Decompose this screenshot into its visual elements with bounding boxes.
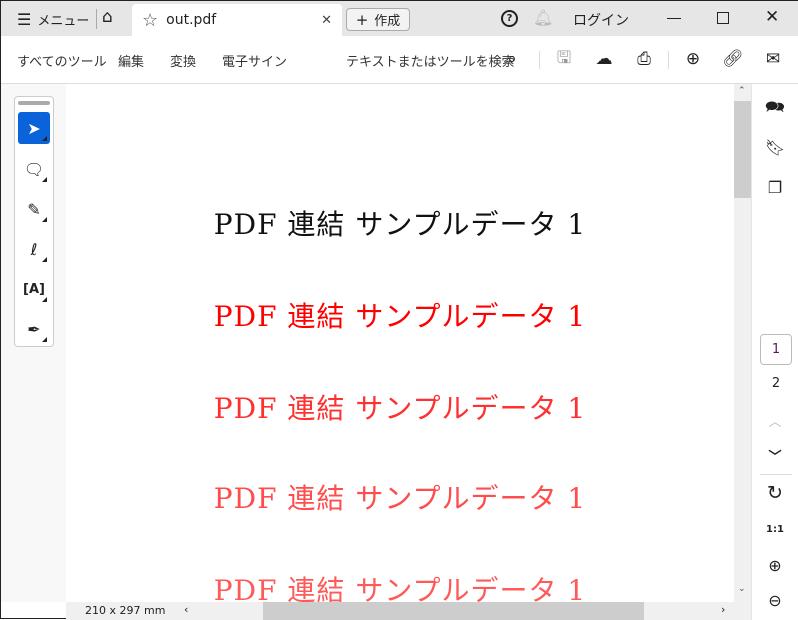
save-icon[interactable]: 🖫︎ [553, 48, 575, 70]
chevron-up-icon[interactable]: ︿ [762, 407, 788, 433]
zoom-out-icon[interactable]: ⊖ [762, 587, 788, 613]
draw-freehand-icon[interactable]: ℓ [18, 233, 50, 265]
menu-edit[interactable]: 編集 [118, 51, 144, 70]
create-button[interactable]: + 作成 [346, 8, 410, 31]
print-icon[interactable]: ⎙ [633, 48, 655, 70]
vertical-scroll-thumb[interactable] [734, 101, 751, 198]
link-icon[interactable]: 🔗︎ [722, 48, 744, 70]
vertical-scrollbar[interactable]: ⌃ ⌄ [734, 84, 751, 602]
doc-line: PDF 連結 サンプルデータ 1 [213, 392, 587, 425]
star-icon[interactable]: ☆ [142, 10, 158, 31]
bookmarks-icon[interactable]: 🔖︎ [762, 134, 788, 160]
page-2-button[interactable]: 2 [760, 376, 792, 391]
drag-handle[interactable] [18, 101, 50, 105]
horizontal-scrollbar[interactable]: ‹ › [179, 602, 734, 620]
scroll-down-icon[interactable]: ⌄ [738, 584, 746, 594]
page-size-label: 210 x 297 mm [85, 604, 166, 617]
document-view: PDF 連結 サンプルデータ 1 PDF 連結 サンプルデータ 1 PDF 連結… [66, 84, 734, 602]
scroll-left-icon[interactable]: ‹ [184, 603, 188, 616]
divider [539, 51, 540, 69]
bell-icon[interactable]: 🔔︎ [533, 8, 553, 27]
close-window-button[interactable]: ✕ [765, 7, 779, 27]
menu-convert[interactable]: 変換 [170, 51, 196, 70]
doc-line: PDF 連結 サンプルデータ 1 [213, 574, 587, 602]
add-comment-icon[interactable]: 🗨︎ [18, 153, 50, 185]
plus-icon: + [355, 10, 369, 29]
menu-label: メニュー [37, 14, 90, 29]
help-icon[interactable]: ? [501, 10, 518, 27]
rotate-icon[interactable]: ↻ [762, 480, 788, 506]
right-panel: 🗪︎ 🔖︎ ❐ 1 2 ︿ ﹀ ↻ 1:1 ⊕ ⊖ [751, 84, 798, 620]
create-label: 作成 [374, 14, 401, 29]
maximize-button[interactable] [717, 12, 729, 24]
highlight-icon[interactable]: ✎ [18, 193, 50, 225]
search-icon[interactable]: ⌕ [501, 48, 523, 70]
scroll-up-icon[interactable]: ⌃ [738, 86, 746, 96]
menu-button[interactable]: ☰ メニュー [17, 10, 89, 29]
divider [96, 9, 97, 29]
horizontal-scroll-thumb[interactable] [263, 602, 644, 620]
tab-out-pdf[interactable]: ☆ out.pdf ✕ [132, 4, 342, 36]
mail-icon[interactable]: ✉ [762, 48, 784, 70]
select-tool-icon[interactable]: ➤ [18, 112, 50, 144]
comments-icon[interactable]: 🗪︎ [762, 96, 788, 122]
status-bar: 210 x 297 mm ‹ › [66, 602, 751, 620]
menu-all-tools[interactable]: すべてのツール [17, 51, 107, 70]
quick-tools: ➤ 🗨︎ ✎ ℓ [A] ✒ [14, 96, 54, 347]
doc-line: PDF 連結 サンプルデータ 1 [213, 208, 587, 241]
minimize-button[interactable] [667, 18, 681, 19]
share-user-icon[interactable]: ⊕ [682, 48, 704, 70]
home-icon[interactable]: ⌂ [102, 7, 113, 27]
scroll-right-icon[interactable]: › [721, 603, 725, 616]
zoom-in-icon[interactable]: ⊕ [762, 552, 788, 578]
sign-pen-icon[interactable]: ✒ [18, 313, 50, 345]
text-box-icon[interactable]: [A] [18, 273, 50, 305]
upload-cloud-icon[interactable]: ☁︎ [593, 48, 615, 70]
doc-line: PDF 連結 サンプルデータ 1 [213, 482, 587, 515]
doc-line: PDF 連結 サンプルデータ 1 [213, 300, 587, 333]
actual-size-icon[interactable]: 1:1 [762, 516, 788, 542]
hamburger-icon: ☰ [17, 10, 32, 29]
pages-icon[interactable]: ❐ [762, 174, 788, 200]
tab-title: out.pdf [166, 12, 217, 28]
divider [760, 474, 792, 475]
close-tab-icon[interactable]: ✕ [321, 13, 332, 28]
page-1-button[interactable]: 1 [760, 334, 792, 365]
divider [668, 51, 669, 69]
login-button[interactable]: ログイン [573, 10, 629, 30]
chevron-down-icon[interactable]: ﹀ [762, 442, 788, 468]
title-bar: ☰ メニュー ⌂ ☆ out.pdf ✕ + 作成 ? 🔔︎ ログイン ✕ [1, 1, 798, 36]
menu-e-sign[interactable]: 電子サイン [222, 51, 287, 70]
search-tools-label[interactable]: テキストまたはツールを検索 [346, 51, 515, 70]
